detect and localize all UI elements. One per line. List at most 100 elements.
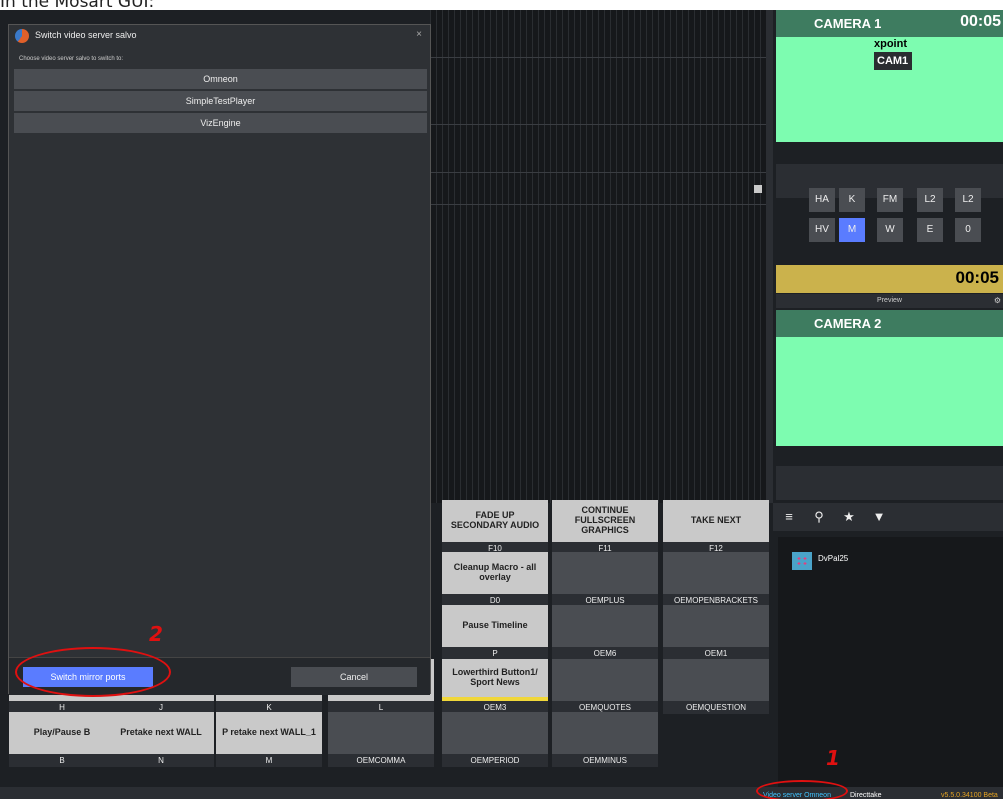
hotkey-button[interactable]: Pause Timeline P [442, 605, 548, 660]
countdown-time: 00:05 [955, 268, 999, 287]
hotkey-button[interactable]: CONTINUE FULLSCREEN GRAPHICS F11 [552, 500, 658, 555]
annotation-ring [15, 647, 171, 697]
hotkey-label: TAKE NEXT [663, 500, 769, 542]
countdown-bar: 00:05 [776, 265, 1003, 293]
hotkey-key: M [216, 754, 322, 767]
key-button[interactable]: FM [877, 188, 903, 212]
key-button[interactable]: L2 [955, 188, 981, 212]
hotkey-button[interactable]: OEMPERIOD [442, 712, 548, 767]
hotkey-button[interactable]: Play/Pause BB [9, 712, 115, 767]
hotkey-label [552, 552, 658, 594]
salvo-option[interactable]: SimpleTestPlayer [14, 91, 427, 111]
xpoint-label: xpoint [874, 38, 907, 50]
hotkey-label [663, 659, 769, 701]
hotkey-label [552, 712, 658, 754]
hotkey-button[interactable]: OEM6 [552, 605, 658, 660]
key-button[interactable]: HA [809, 188, 835, 212]
hotkey-label: Pretake next WALL [108, 712, 214, 754]
key-button[interactable]: M [839, 218, 865, 242]
video-clip-icon [792, 552, 812, 570]
annotation-number: 1 [826, 746, 840, 770]
close-icon[interactable]: × [416, 29, 422, 40]
dialog-subtitle: Choose video server salvo to switch to: [19, 56, 124, 62]
screenshot: In the Mosart GUI: CAMERA 1 00:05 xpoint… [0, 0, 1003, 799]
menu-icon[interactable]: ≡ [779, 507, 799, 527]
hotkey-label [663, 605, 769, 647]
hotkey-button[interactable]: TAKE NEXT F12 [663, 500, 769, 555]
camera1-time: 00:05 [960, 13, 1001, 30]
gear-icon[interactable]: ⚙ [994, 294, 1001, 308]
hotkey-button[interactable]: Lowerthird Button1/ Sport News OEM3 [442, 659, 548, 714]
hotkey-button[interactable]: OEMCOMMA [328, 712, 434, 767]
filter-icon[interactable]: ▼ [869, 507, 889, 527]
hotkey-label: Lowerthird Button1/ Sport News [442, 659, 548, 701]
timeline[interactable] [430, 10, 766, 503]
hotkey-key: OEMQUESTION [663, 701, 769, 714]
preview-label: Preview [877, 297, 902, 304]
camera2-header: CAMERA 2 [776, 310, 1003, 337]
hotkey-button[interactable]: OEMMINUS [552, 712, 658, 767]
timeline-marker[interactable] [754, 185, 762, 193]
hotkey-key: OEMMINUS [552, 754, 658, 767]
hotkey-button[interactable]: P retake next WALL_1 M [216, 712, 322, 767]
hotkey-key: OEMCOMMA [328, 754, 434, 767]
camera1-title: CAMERA 1 [814, 16, 882, 31]
browser-list: DvPal25 [778, 537, 1003, 787]
key-button[interactable]: K [839, 188, 865, 212]
hotkey-label: Pause Timeline [442, 605, 548, 647]
key-button[interactable]: HV [809, 218, 835, 242]
hotkey-label [552, 659, 658, 701]
key-button[interactable]: E [917, 218, 943, 242]
xpoint-value: CAM1 [874, 52, 912, 70]
camera2-tile[interactable]: CAMERA 2 [776, 310, 1003, 446]
key-button[interactable]: L2 [917, 188, 943, 212]
hotkey-button[interactable]: FADE UP SECONDARY AUDIO F10 [442, 500, 548, 555]
panel-splitter[interactable] [766, 10, 773, 503]
hotkey-label: Cleanup Macro - all overlay [442, 552, 548, 594]
hotkey-label: P retake next WALL_1 [216, 712, 322, 754]
version-label: v5.5.0.34100 Beta [941, 792, 998, 799]
hotkey-label [552, 605, 658, 647]
camera1-tile[interactable]: CAMERA 1 00:05 xpoint CAM1 [776, 10, 1003, 142]
timeline-row-divider [430, 124, 766, 125]
hotkey-label [328, 712, 434, 754]
annotation-ring [756, 780, 848, 799]
camera1-header: CAMERA 1 00:05 [776, 10, 1003, 37]
timeline-row-divider [430, 172, 766, 173]
hotkey-label: Play/Pause B [9, 712, 115, 754]
salvo-option[interactable]: VizEngine [14, 113, 427, 133]
preview-header: Preview ⚙ [776, 294, 1003, 308]
hotkey-key: N [108, 754, 214, 767]
hotkey-label [442, 712, 548, 754]
camera2-strip [776, 466, 1003, 500]
key-button[interactable]: 0 [955, 218, 981, 242]
switch-salvo-dialog: Switch video server salvo × Choose video… [8, 24, 431, 695]
annotation-number: 2 [149, 622, 163, 646]
take-mode-status: Directtake [850, 792, 882, 799]
star-icon[interactable]: ★ [839, 507, 859, 527]
camera2-title: CAMERA 2 [814, 316, 882, 331]
hotkey-button[interactable]: OEMQUOTES [552, 659, 658, 714]
hotkey-key: OEMPERIOD [442, 754, 548, 767]
hotkey-label [663, 552, 769, 594]
dialog-title: Switch video server salvo [35, 30, 137, 40]
browser-item-label[interactable]: DvPal25 [818, 554, 848, 563]
cancel-button[interactable]: Cancel [291, 667, 417, 687]
camera-panel: CAMERA 1 00:05 xpoint CAM1 HA K FM L2 L2 HV M W… [773, 10, 1003, 503]
hotkey-label: CONTINUE FULLSCREEN GRAPHICS [552, 500, 658, 542]
timeline-row-divider [430, 204, 766, 205]
timeline-row-divider [430, 57, 766, 58]
hotkey-button[interactable]: OEMOPENBRACKETS [663, 552, 769, 607]
search-icon[interactable]: ⚲ [809, 507, 829, 527]
media-browser: ≡ ⚲ ★ ▼ DvPal25 [773, 503, 1003, 787]
hotkey-button[interactable]: OEM1 [663, 605, 769, 660]
hotkey-button[interactable]: OEMQUESTION [663, 659, 769, 714]
key-button[interactable]: W [877, 218, 903, 242]
browser-tabs: ≡ ⚲ ★ ▼ [773, 503, 1003, 531]
salvo-option[interactable]: Omneon [14, 69, 427, 89]
hotkey-button[interactable]: Pretake next WALL N [108, 712, 214, 767]
hotkey-button[interactable]: Cleanup Macro - all overlay D0 [442, 552, 548, 607]
hotkey-label: FADE UP SECONDARY AUDIO [442, 500, 548, 542]
hotkey-key: B [9, 754, 115, 767]
hotkey-button[interactable]: OEMPLUS [552, 552, 658, 607]
